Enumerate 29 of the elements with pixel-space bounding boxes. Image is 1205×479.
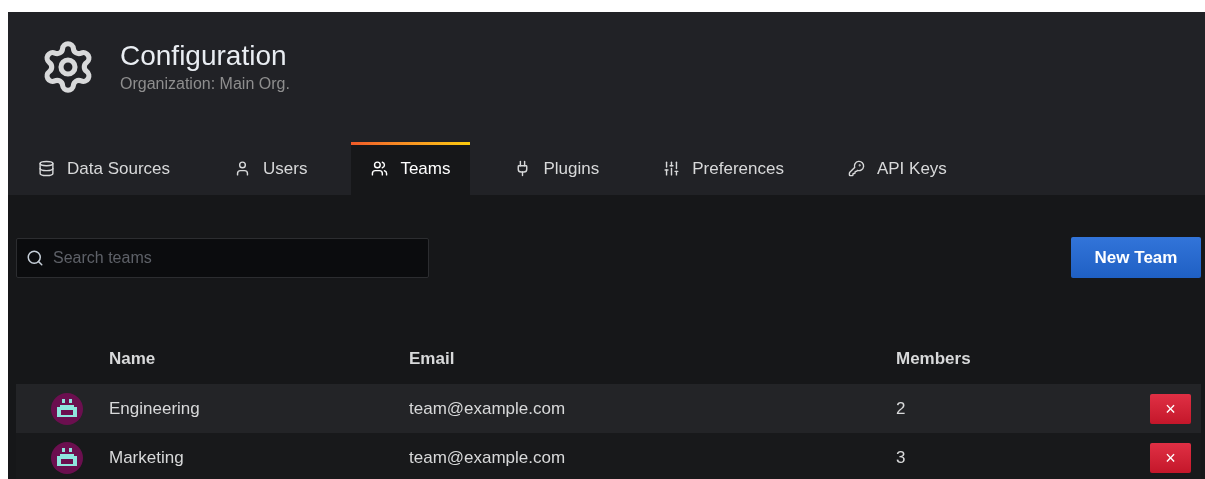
delete-button[interactable]: ×: [1150, 442, 1191, 473]
team-name: Engineering: [109, 397, 201, 420]
user-icon: [234, 160, 251, 177]
team-email: team@example.com: [409, 397, 567, 420]
new-team-button[interactable]: New Team: [1071, 237, 1201, 278]
tab[interactable]: Teams: [351, 142, 471, 195]
team-members: 2: [896, 397, 907, 420]
search-icon: [26, 248, 44, 267]
team-members: 3: [896, 446, 907, 469]
team-avatar-icon: [51, 392, 83, 425]
tab[interactable]: API Keys: [827, 142, 967, 195]
column-header: Name: [109, 348, 157, 371]
tab[interactable]: Preferences: [643, 142, 804, 195]
sliders-icon: [663, 160, 681, 177]
team-email: team@example.com: [409, 446, 567, 469]
page-subtitle: Organization: Main Org.: [120, 74, 290, 94]
tab[interactable]: Users: [214, 142, 328, 195]
team-avatar-icon: [51, 441, 83, 474]
users-icon: [371, 160, 389, 177]
column-header: Email: [409, 348, 456, 371]
key-icon: [847, 160, 865, 177]
tab[interactable]: Data Sources: [18, 142, 190, 195]
tab[interactable]: Plugins: [494, 142, 620, 195]
team-name: Marketing: [109, 446, 185, 469]
database-icon: [38, 160, 55, 177]
search-field[interactable]: Search teams: [16, 237, 429, 278]
page-title: Configuration: [120, 39, 288, 73]
column-header: Members: [896, 348, 971, 371]
delete-button[interactable]: ×: [1150, 393, 1191, 424]
